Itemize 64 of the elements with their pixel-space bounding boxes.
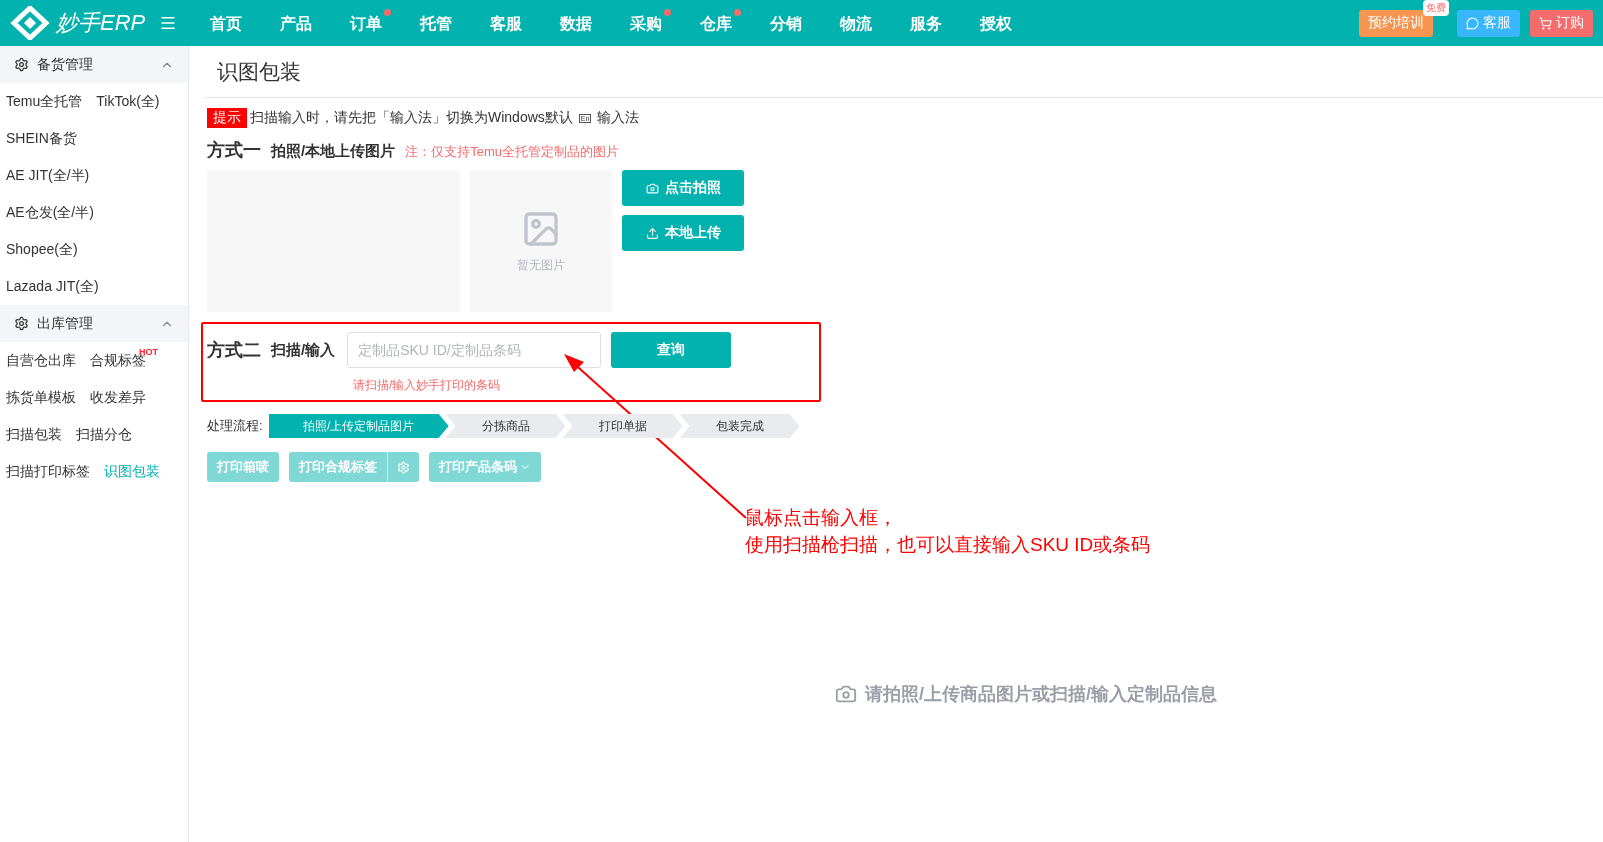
process-step: 打印单据: [562, 414, 683, 438]
camera-icon: [835, 683, 857, 705]
sidebar-item[interactable]: Shopee(全): [6, 231, 78, 268]
service-button[interactable]: 客服: [1457, 9, 1520, 37]
sidebar-item[interactable]: 自营仓出库: [6, 342, 76, 379]
settings-icon: [397, 460, 410, 474]
section-subtitle: 拍照/本地上传图片: [271, 142, 396, 161]
nav-item[interactable]: 产品: [261, 7, 332, 39]
process-label: 处理流程:: [207, 417, 263, 435]
process-step: 拍照/上传定制品图片: [268, 414, 449, 438]
sidebar-item[interactable]: 识图包装: [104, 453, 160, 490]
section-title: 方式二: [207, 339, 261, 362]
nav-item[interactable]: 服务: [891, 7, 962, 39]
section-subtitle: 扫描/输入: [271, 340, 336, 360]
logo-text: 妙手ERP: [56, 9, 146, 37]
hint-text: 请扫描/输入妙手打印的条码: [353, 377, 502, 394]
annotation-text: 鼠标点击输入框， 使用扫描枪扫描，也可以直接输入SKU ID或条码: [745, 506, 1151, 557]
sidebar-item[interactable]: Temu全托管: [6, 83, 83, 120]
nav-item[interactable]: 订单: [331, 7, 402, 39]
nav-item[interactable]: 首页: [191, 7, 262, 39]
upload-icon: [645, 226, 659, 240]
cart-icon: [1539, 16, 1552, 30]
nav-item[interactable]: 物流: [821, 7, 892, 39]
sidebar-item[interactable]: SHEIN备货: [6, 120, 77, 157]
sidebar-item[interactable]: 扫描分仓: [76, 416, 132, 453]
sidebar-item[interactable]: 拣货单模板: [6, 379, 76, 416]
nav-item[interactable]: 采购: [611, 7, 682, 39]
group-header[interactable]: 备货管理: [0, 46, 188, 83]
process-step: 包装完成: [679, 414, 800, 438]
tip-text: 扫描输入时，请先把「输入法」切换为Windows默认: [250, 109, 573, 127]
sidebar-item[interactable]: 扫描打印标签: [6, 453, 90, 490]
sidebar-item[interactable]: 扫描包装: [6, 416, 62, 453]
sidebar-item[interactable]: Lazada JIT(全): [6, 268, 99, 305]
menu-icon[interactable]: [159, 14, 178, 32]
sidebar-item[interactable]: 收发差异: [90, 379, 146, 416]
process-step: 分拣商品: [445, 414, 566, 438]
note-text: 注：仅支持Temu全托管定制品的图片: [405, 143, 619, 161]
group-header[interactable]: 出库管理: [0, 305, 188, 342]
logo-icon: [10, 6, 50, 40]
tip-text: 输入法: [597, 109, 640, 127]
group-title: 出库管理: [37, 314, 94, 333]
group-title: 备货管理: [37, 55, 94, 74]
nav-item[interactable]: 授权: [961, 7, 1032, 39]
page-title: 识图包装: [205, 46, 1603, 98]
upload-button[interactable]: 本地上传: [622, 215, 744, 251]
section-title: 方式一: [207, 139, 261, 162]
free-badge: 免费: [1423, 0, 1449, 16]
sku-input-field[interactable]: 定制品SKU ID/定制品条码: [347, 332, 602, 368]
sidebar-item[interactable]: AE JIT(全/半): [6, 157, 90, 194]
empty-state-message: 请拍照/上传商品图片或扫描/输入定制品信息: [835, 682, 1603, 706]
nav-item[interactable]: 仓库: [681, 7, 752, 39]
placeholder-text: 暂无图片: [517, 256, 565, 274]
nav-item[interactable]: 分销: [751, 7, 822, 39]
nav-item[interactable]: 托管: [401, 7, 472, 39]
query-button[interactable]: 查询: [611, 332, 732, 368]
order-button[interactable]: 订购: [1530, 9, 1593, 37]
sidebar-item[interactable]: AE仓发(全/半): [6, 194, 94, 231]
camera-icon: [645, 181, 659, 195]
nav-item[interactable]: 客服: [471, 7, 542, 39]
sidebar-item[interactable]: TikTok(全): [96, 83, 160, 120]
tip-label: 提示: [207, 108, 247, 128]
take-photo-button[interactable]: 点击拍照: [622, 170, 744, 206]
chat-icon: [1466, 16, 1479, 30]
nav-item[interactable]: 数据: [541, 7, 612, 39]
